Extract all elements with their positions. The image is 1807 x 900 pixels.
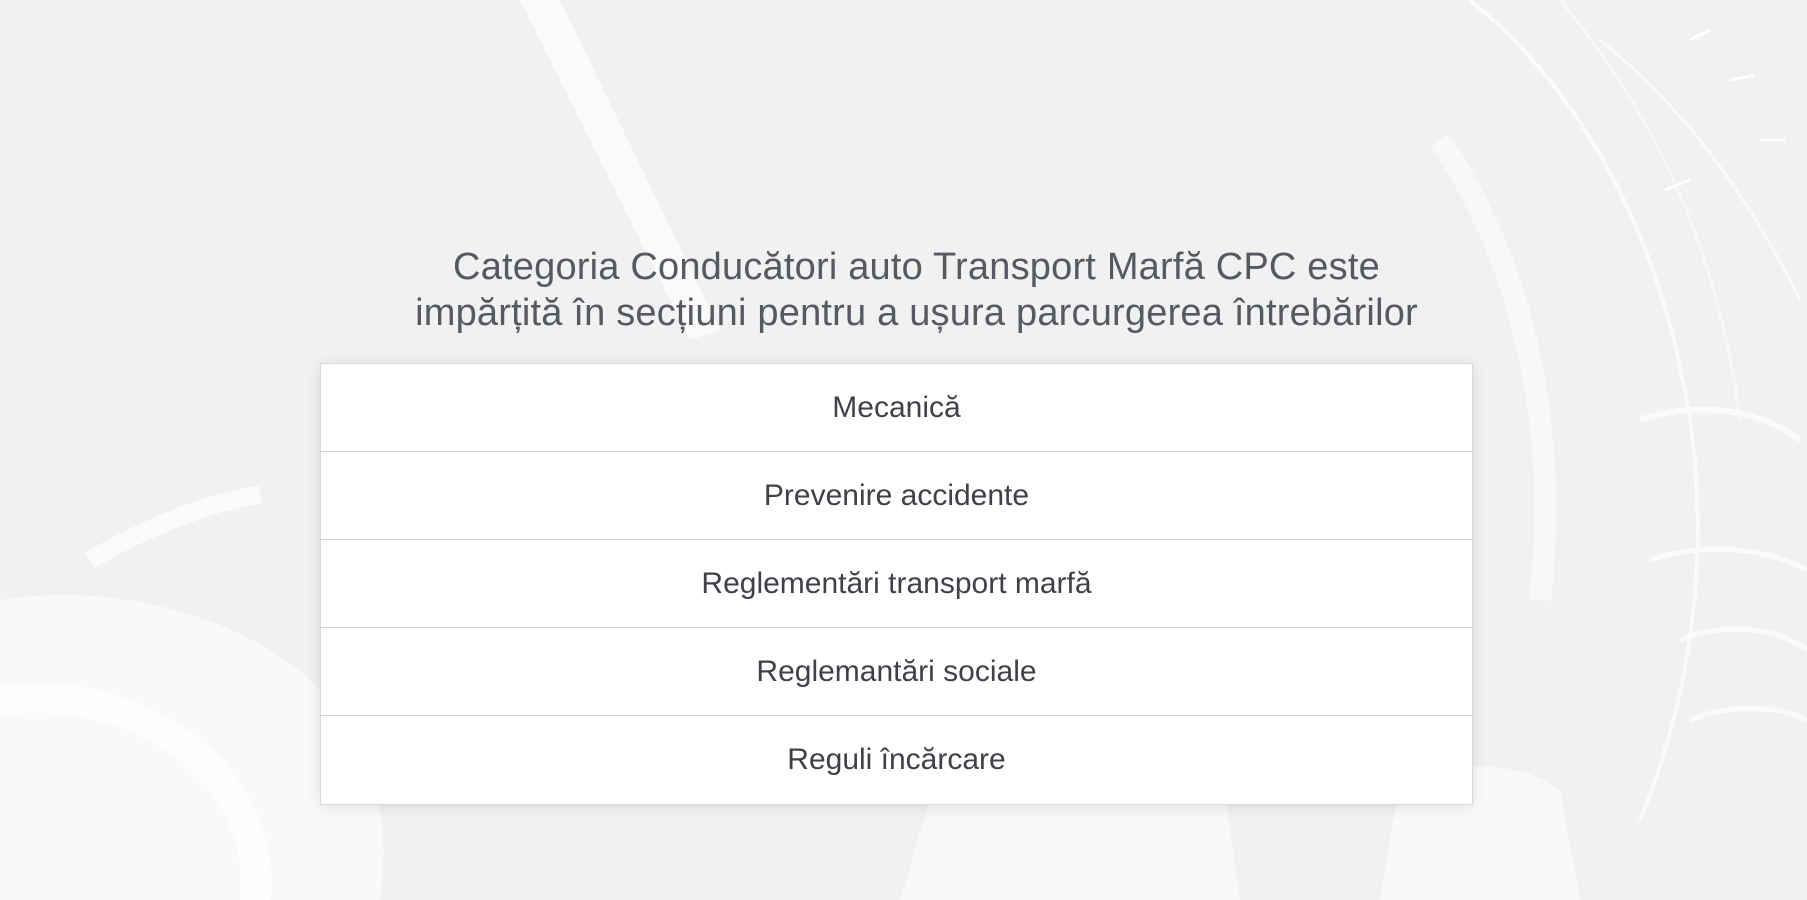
section-item-label: Reglementări transport marfă (701, 566, 1092, 600)
section-item-label: Reguli încărcare (787, 743, 1006, 776)
section-item-prevenire-accidente[interactable]: Prevenire accidente (321, 452, 1472, 540)
intro-line-2: impărțită în secțiuni pentru a ușura par… (415, 292, 1418, 334)
sections-list: Mecanică Prevenire accidente Reglementăr… (320, 363, 1473, 805)
section-item-label: Mecanică (832, 390, 961, 424)
section-item-label: Reglemantări sociale (756, 654, 1037, 688)
section-item-reglementari-transport-marfa[interactable]: Reglementări transport marfă (321, 540, 1472, 628)
section-item-reglemantari-sociale[interactable]: Reglemantări sociale (321, 628, 1472, 716)
main-content: Categoria Conducători auto Transport Mar… (0, 0, 1807, 900)
section-item-label: Prevenire accidente (763, 478, 1030, 512)
section-item-mecanica[interactable]: Mecanică (321, 364, 1472, 452)
section-intro-heading: Categoria Conducători auto Transport Mar… (300, 244, 1533, 336)
intro-line-1: Categoria Conducători auto Transport Mar… (453, 246, 1380, 288)
section-item-reguli-incarcare[interactable]: Reguli încărcare (321, 716, 1472, 804)
